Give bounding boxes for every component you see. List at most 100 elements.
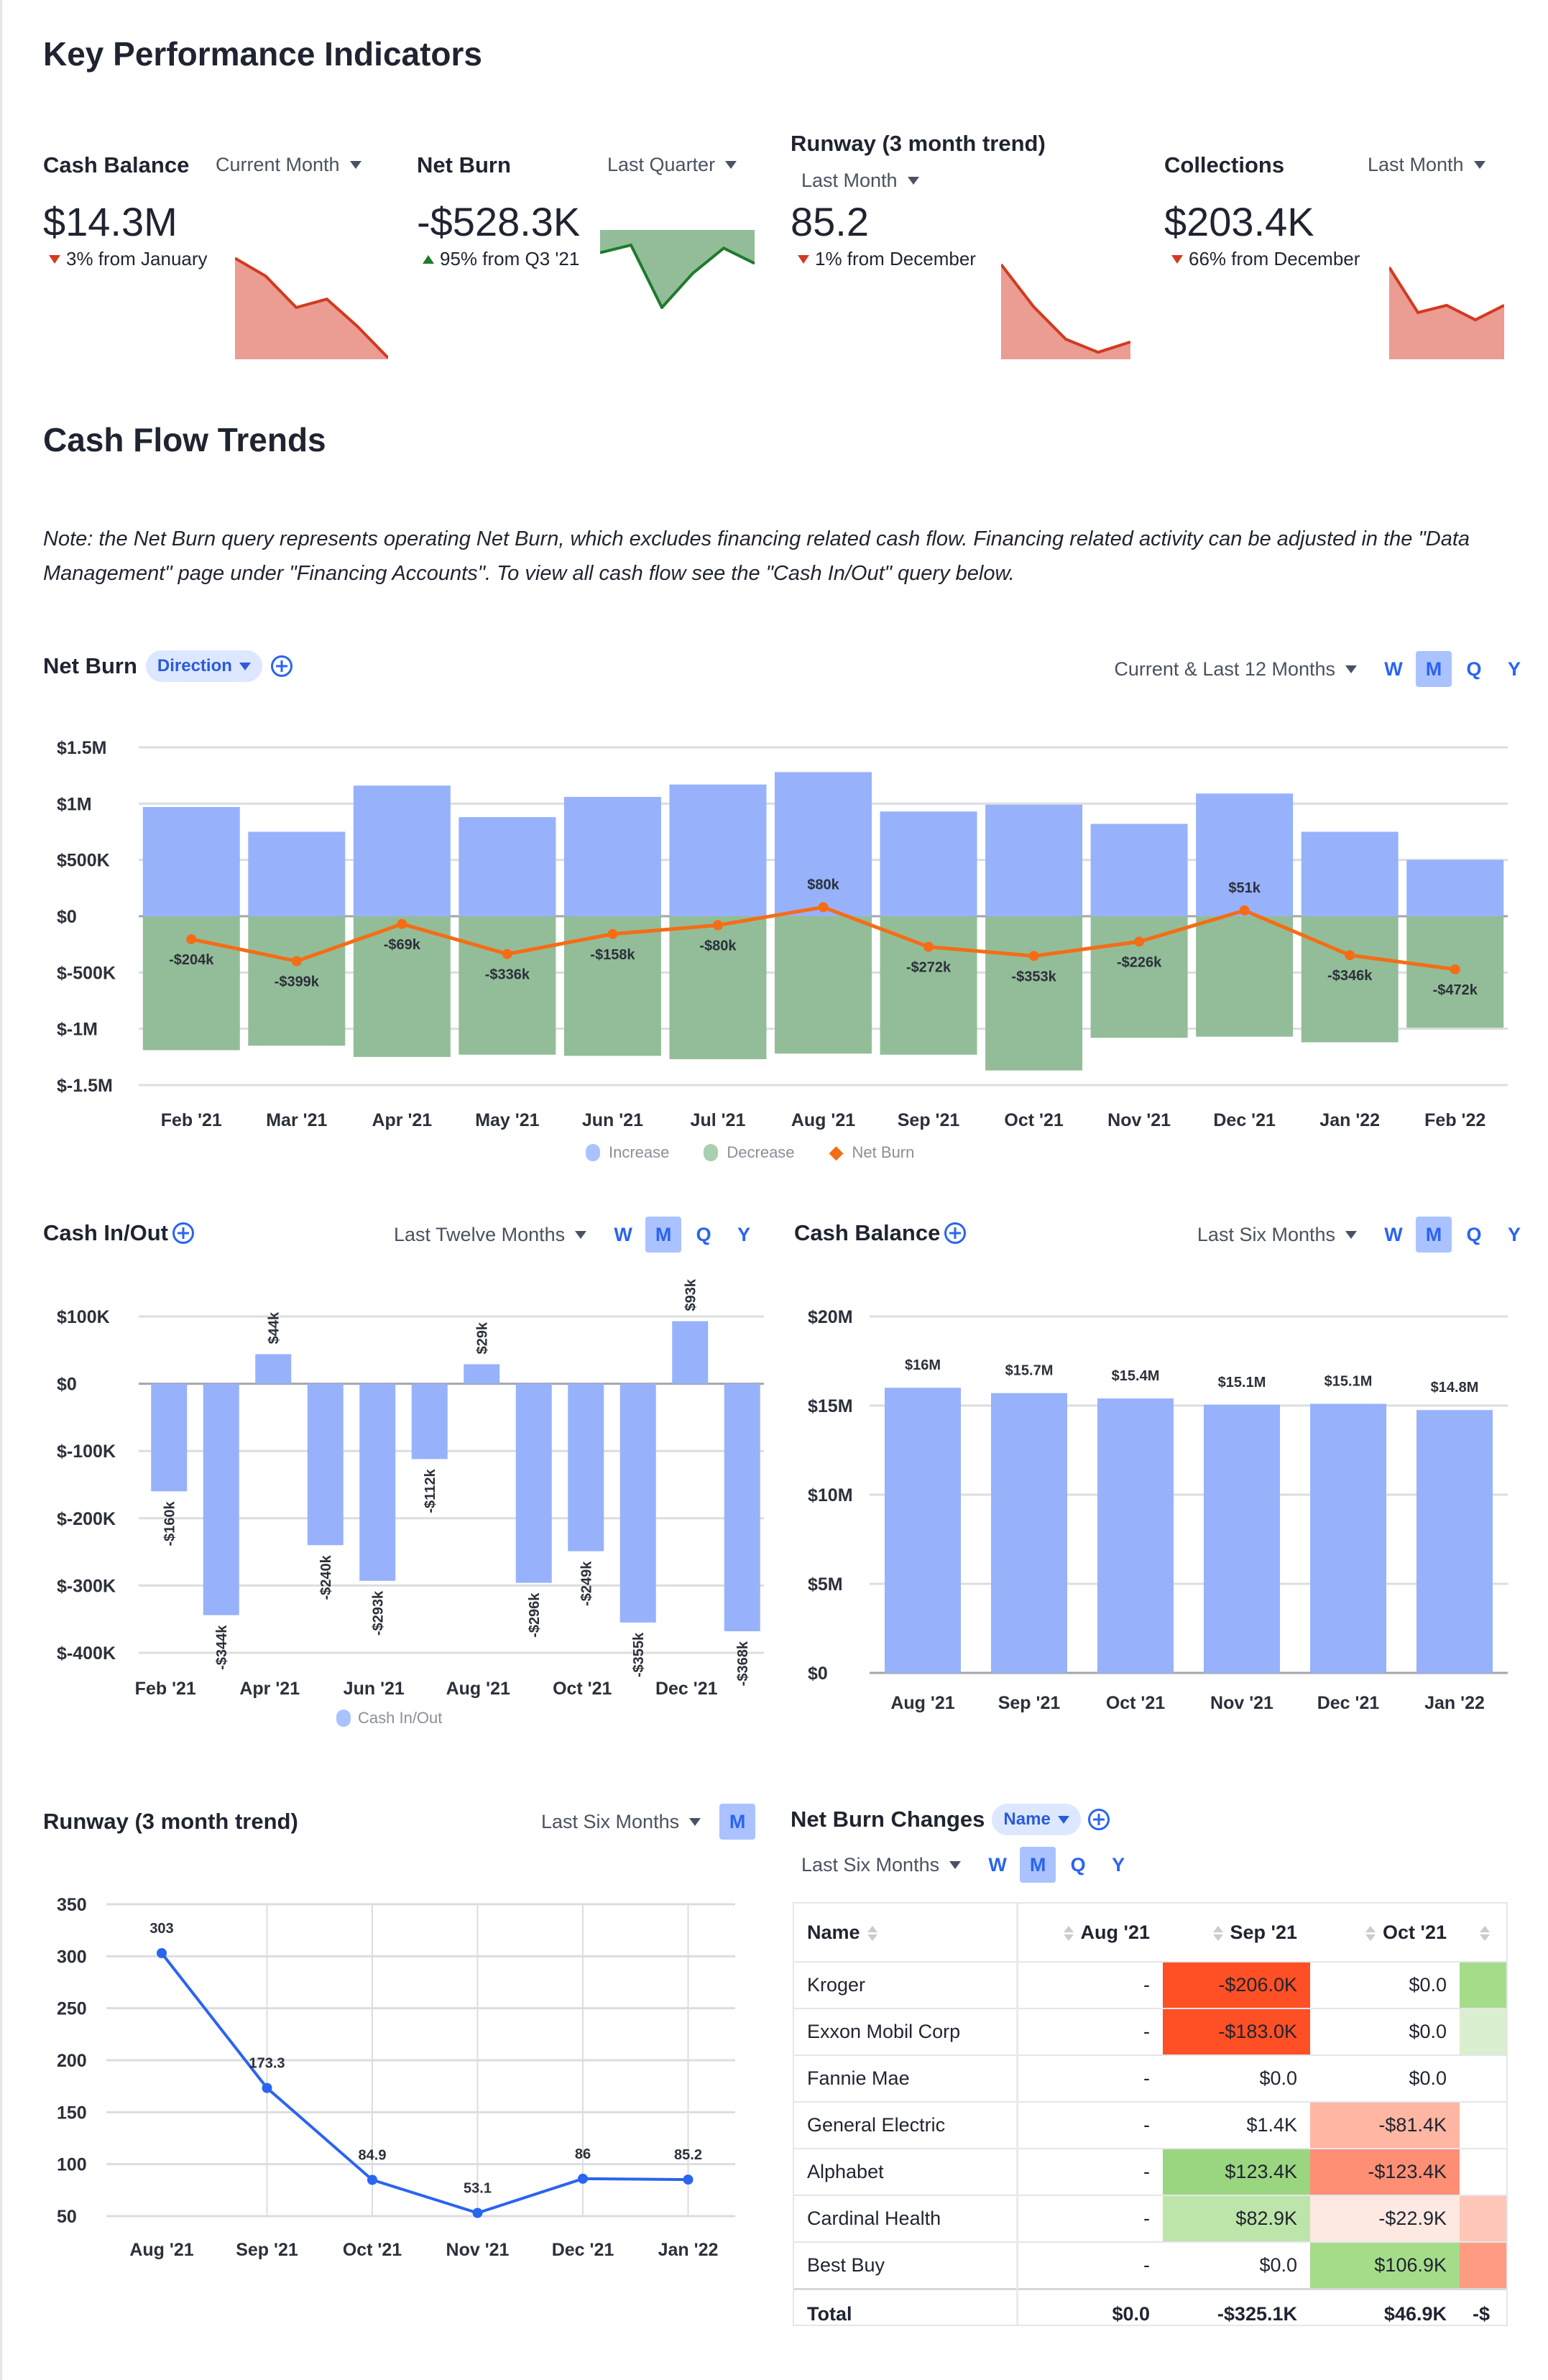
table-row[interactable]: Exxon Mobil Corp - -$183.0K $0.0: [794, 2008, 1506, 2056]
add-icon[interactable]: [270, 655, 292, 677]
add-icon[interactable]: [1087, 1809, 1110, 1830]
data-label: $51k: [1228, 880, 1261, 896]
dropdown-icon: [349, 161, 361, 169]
period-q[interactable]: Q: [1456, 1217, 1492, 1253]
kpi-sparkline: [1389, 266, 1504, 359]
column-header-sep[interactable]: Sep '21: [1163, 1904, 1310, 1962]
table-cell: -: [1017, 2195, 1163, 2243]
bar-increase: [669, 784, 767, 916]
table-cell: $0.0: [1163, 2055, 1310, 2103]
range-select[interactable]: Last Six Months: [1197, 1224, 1357, 1246]
sort-icon[interactable]: [1212, 1925, 1223, 1941]
period-y[interactable]: Y: [726, 1217, 762, 1253]
y-tick-label: $-1.5M: [57, 1076, 113, 1096]
net-burn-changes-table-container[interactable]: Name Aug '21 Sep '21 Oct '21 Kroger - -$20…: [793, 1902, 1508, 2326]
table-row[interactable]: General Electric - $1.4K -$81.4K: [794, 2102, 1506, 2149]
x-tick-label: Oct '21: [343, 2240, 402, 2260]
net-burn-point: [1345, 950, 1355, 961]
period-w[interactable]: W: [1376, 651, 1411, 687]
group-by-pill[interactable]: Direction: [145, 650, 262, 682]
period-y[interactable]: Y: [1496, 651, 1532, 687]
data-label: $15.7M: [1005, 1363, 1054, 1379]
period-m[interactable]: M: [1020, 1847, 1056, 1883]
legend-label[interactable]: Increase: [609, 1143, 669, 1162]
trend-up-icon: [423, 254, 434, 264]
bar-increase: [1090, 824, 1188, 916]
legend-swatch-net-burn: ◆: [829, 1141, 844, 1163]
x-tick-label: Mar '21: [266, 1110, 327, 1130]
dropdown-icon: [689, 1817, 701, 1826]
column-header-name[interactable]: Name: [794, 1904, 1018, 1962]
period-y[interactable]: Y: [1100, 1847, 1136, 1883]
sort-icon[interactable]: [867, 1925, 877, 1941]
kpi-title: Runway (3 month trend): [791, 131, 1046, 156]
period-toggle: W M Q Y: [980, 1847, 1136, 1883]
period-m[interactable]: M: [1416, 651, 1452, 687]
table-row[interactable]: Cardinal Health - $82.9K -$22.9K: [794, 2195, 1506, 2243]
data-label: -$472k: [1433, 982, 1478, 998]
period-w[interactable]: W: [980, 1847, 1015, 1883]
net-burn-changes-header: Net Burn Changes Name: [791, 1804, 1110, 1835]
add-icon[interactable]: [172, 1222, 194, 1244]
group-by-pill[interactable]: Name: [992, 1804, 1081, 1835]
range-label: Current & Last 12 Months: [1114, 658, 1335, 680]
period-w[interactable]: W: [1376, 1217, 1411, 1253]
table-row[interactable]: Kroger - -$206.0K $0.0: [794, 1962, 1506, 2009]
period-q[interactable]: Q: [1456, 651, 1492, 687]
kpi-period-select[interactable]: Current Month: [216, 154, 361, 176]
range-select[interactable]: Last Six Months: [541, 1811, 701, 1833]
period-q[interactable]: Q: [1060, 1847, 1096, 1883]
period-m[interactable]: M: [645, 1217, 682, 1253]
table-row[interactable]: Fannie Mae - $0.0 $0.0: [794, 2055, 1506, 2103]
legend-label[interactable]: Net Burn: [852, 1143, 915, 1162]
period-w[interactable]: W: [605, 1217, 641, 1253]
data-label: -$355k: [631, 1632, 647, 1677]
period-y[interactable]: Y: [1496, 1217, 1532, 1253]
kpi-delta: 3% from January: [49, 248, 208, 270]
kpi-period-select[interactable]: Last Month: [1368, 154, 1485, 176]
column-header-oct[interactable]: Oct '21: [1310, 1904, 1460, 1962]
sort-icon[interactable]: [1365, 1925, 1376, 1941]
x-tick-label: Aug '21: [446, 1679, 510, 1699]
kpi-period-select[interactable]: Last Quarter: [607, 154, 737, 176]
data-label: 85.2: [674, 2147, 702, 2163]
period-q[interactable]: Q: [686, 1217, 722, 1253]
range-select[interactable]: Last Twelve Months: [394, 1223, 587, 1246]
dropdown-icon: [725, 161, 737, 169]
data-label: -$346k: [1327, 968, 1373, 984]
table-cell: $82.9K: [1163, 2195, 1310, 2243]
legend-label[interactable]: Cash In/Out: [358, 1709, 442, 1728]
table-row[interactable]: Alphabet - $123.4K -$123.4K: [794, 2149, 1506, 2196]
table-row[interactable]: Best Buy - $0.0 $106.9K: [794, 2242, 1506, 2290]
table-cell: [1460, 1962, 1506, 2009]
bar-increase: [1196, 793, 1294, 916]
x-tick-label: Nov '21: [446, 2240, 510, 2260]
x-tick-label: Dec '21: [1213, 1110, 1276, 1130]
column-header-next[interactable]: [1460, 1904, 1506, 1962]
sort-icon[interactable]: [1063, 1925, 1074, 1941]
bar-increase: [985, 804, 1083, 916]
sort-icon[interactable]: [1480, 1925, 1490, 1941]
kpi-period-select[interactable]: Last Month: [801, 170, 919, 192]
column-label: Aug '21: [1080, 1921, 1150, 1943]
row-name: Best Buy: [794, 2242, 1018, 2290]
add-icon[interactable]: [944, 1222, 967, 1244]
row-name: General Electric: [794, 2102, 1018, 2149]
legend-label[interactable]: Decrease: [727, 1143, 794, 1162]
range-select[interactable]: Last Six Months: [801, 1854, 962, 1876]
column-header-aug[interactable]: Aug '21: [1017, 1904, 1163, 1962]
data-label: 173.3: [249, 2056, 285, 2072]
table-cell: -: [1017, 2242, 1163, 2290]
data-label: $93k: [683, 1278, 699, 1311]
bar-cash-balance: [1204, 1404, 1280, 1673]
data-label: 53.1: [464, 2181, 492, 2197]
range-select[interactable]: Current & Last 12 Months: [1114, 658, 1357, 681]
x-tick-label: Apr '21: [372, 1110, 432, 1130]
bar-cash-inout: [464, 1364, 500, 1384]
x-tick-label: Dec '21: [552, 2240, 614, 2260]
range-label: Last Twelve Months: [394, 1223, 566, 1245]
runway-chart: 350 300 250 200 150 100 50 303 Aug '21 173.3 Sep '…: [57, 1895, 735, 2260]
period-m[interactable]: M: [719, 1804, 756, 1840]
period-m[interactable]: M: [1416, 1217, 1452, 1253]
kpi-card-cash-balance: Cash Balance Current Month $14.3M 3% fro…: [43, 151, 388, 359]
